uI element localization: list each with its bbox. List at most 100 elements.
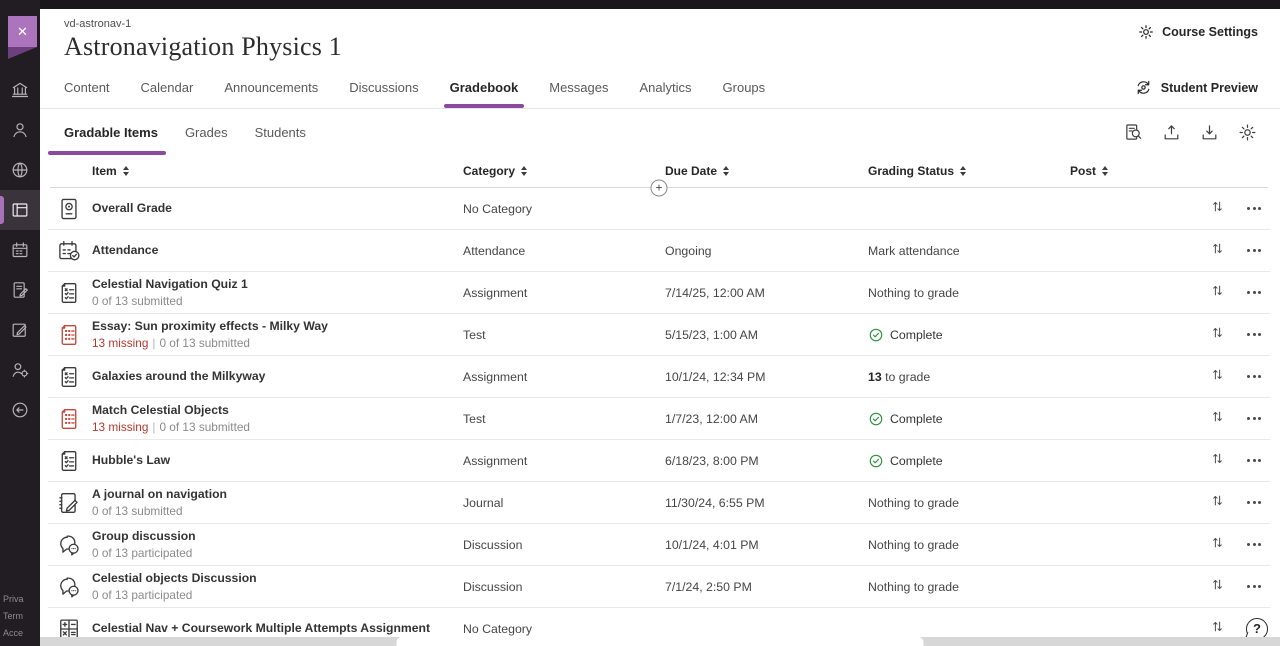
footer-link[interactable]: Priva — [3, 591, 40, 608]
sidebar-item-sign-out[interactable] — [0, 390, 40, 430]
tab-content[interactable]: Content — [64, 67, 110, 108]
upload-icon[interactable] — [1161, 122, 1182, 143]
column-label: Item — [92, 164, 117, 178]
column-header-category[interactable]: Category — [463, 164, 665, 178]
sort-icon — [521, 166, 527, 176]
status-text: Nothing to grade — [868, 286, 959, 300]
sidebar-item-courses[interactable] — [0, 190, 40, 230]
column-header-post[interactable]: Post — [1070, 164, 1210, 178]
reorder-handle[interactable] — [1210, 325, 1225, 345]
row-menu-button[interactable] — [1246, 580, 1263, 594]
row-menu-button[interactable] — [1246, 202, 1263, 216]
submission-count: 0 of 13 submitted — [159, 420, 250, 434]
tab-announcements[interactable]: Announcements — [224, 67, 318, 108]
tab-gradebook[interactable]: Gradebook — [450, 67, 519, 108]
gradable-items-table: Item CategoryDue DateGrading StatusPost +… — [40, 155, 1280, 646]
discussion-icon — [56, 532, 82, 558]
item-title-cell[interactable]: Essay: Sun proximity effects - Milky Way… — [92, 319, 463, 350]
row-menu-button[interactable] — [1246, 496, 1263, 510]
row-menu-button[interactable] — [1246, 454, 1263, 468]
assignment-icon — [56, 448, 82, 474]
row-menu-button[interactable] — [1246, 538, 1263, 552]
student-preview-button[interactable]: Student Preview — [1134, 67, 1258, 108]
submission-count: 0 of 13 participated — [92, 588, 192, 602]
item-title-cell[interactable]: Galaxies around the Milkyway — [92, 369, 463, 384]
item-category: Assignment — [463, 370, 665, 384]
missing-count: 13 missing — [92, 420, 148, 434]
sidebar-item-calendar[interactable] — [0, 230, 40, 270]
tab-analytics[interactable]: Analytics — [640, 67, 692, 108]
reorder-handle[interactable] — [1210, 199, 1225, 219]
sidebar-item-edit-square[interactable] — [0, 310, 40, 350]
reorder-handle[interactable] — [1210, 451, 1225, 471]
row-menu-button[interactable] — [1246, 370, 1263, 384]
item-title: Celestial Navigation Quiz 1 — [92, 277, 463, 292]
row-controls — [1210, 409, 1277, 429]
item-title-cell[interactable]: Group discussion0 of 13 participated — [92, 529, 463, 560]
tab-groups[interactable]: Groups — [723, 67, 766, 108]
reorder-handle[interactable] — [1210, 367, 1225, 387]
download-icon[interactable] — [1199, 122, 1220, 143]
sort-icon — [960, 166, 966, 176]
tab-calendar[interactable]: Calendar — [141, 67, 194, 108]
row-controls — [1210, 577, 1277, 597]
sidebar-item-compose-doc[interactable] — [0, 270, 40, 310]
close-panel-button[interactable]: ✕ — [8, 16, 37, 59]
reorder-handle[interactable] — [1210, 493, 1225, 513]
gradebook-search-icon[interactable] — [1123, 122, 1144, 143]
item-type-icon-cell — [48, 196, 92, 222]
item-due-date: 7/1/24, 2:50 PM — [665, 580, 868, 594]
item-title-cell[interactable]: Match Celestial Objects13 missing|0 of 1… — [92, 403, 463, 434]
app-window: ✕ PrivaTermAcce vd-astronav-1 Astronavig… — [0, 0, 1280, 646]
sidebar-item-globe[interactable] — [0, 150, 40, 190]
item-title: Celestial Nav + Coursework Multiple Atte… — [92, 621, 463, 636]
status-complete: Complete — [868, 453, 1070, 469]
item-title-cell[interactable]: Overall Grade — [92, 201, 463, 216]
tab-messages[interactable]: Messages — [549, 67, 608, 108]
sidebar-item-profile[interactable] — [0, 110, 40, 150]
check-circle-icon — [868, 327, 884, 343]
item-grading-status: 13 to grade — [868, 370, 1070, 384]
horizontal-scrollbar[interactable] — [397, 637, 924, 646]
reorder-handle[interactable] — [1210, 409, 1225, 429]
column-header-due-date[interactable]: Due Date — [665, 164, 868, 178]
reorder-handle[interactable] — [1210, 619, 1225, 639]
gear-icon[interactable] — [1237, 122, 1258, 143]
subtab-gradable-items[interactable]: Gradable Items — [64, 109, 158, 155]
item-title-cell[interactable]: Celestial Nav + Coursework Multiple Atte… — [92, 621, 463, 636]
subtab-students[interactable]: Students — [255, 109, 306, 155]
status-text: Mark attendance — [868, 244, 960, 258]
status-text: Nothing to grade — [868, 538, 959, 552]
row-menu-button[interactable] — [1246, 244, 1263, 258]
reorder-handle[interactable] — [1210, 241, 1225, 261]
course-settings-button[interactable]: Course Settings — [1137, 23, 1258, 41]
table-row: Group discussion0 of 13 participatedDisc… — [48, 524, 1270, 566]
reorder-handle[interactable] — [1210, 283, 1225, 303]
item-title-cell[interactable]: Hubble's Law — [92, 453, 463, 468]
item-type-icon-cell — [48, 280, 92, 306]
sort-icon — [123, 166, 129, 176]
footer-link[interactable]: Acce — [3, 625, 40, 642]
add-item-button[interactable]: + — [651, 179, 668, 196]
tab-discussions[interactable]: Discussions — [349, 67, 418, 108]
row-menu-button[interactable] — [1246, 286, 1263, 300]
row-menu-button[interactable] — [1246, 328, 1263, 342]
item-title-cell[interactable]: A journal on navigation0 of 13 submitted — [92, 487, 463, 518]
row-menu-button[interactable] — [1246, 412, 1263, 426]
sidebar-item-user-gear[interactable] — [0, 350, 40, 390]
reorder-handle[interactable] — [1210, 577, 1225, 597]
footer-link[interactable]: Term — [3, 608, 40, 625]
edit-square-icon — [10, 320, 30, 340]
item-title-cell[interactable]: Attendance — [92, 243, 463, 258]
reorder-handle[interactable] — [1210, 535, 1225, 555]
item-due-date: Ongoing — [665, 244, 868, 258]
item-title-cell[interactable]: Celestial Navigation Quiz 10 of 13 submi… — [92, 277, 463, 308]
column-header-grading-status[interactable]: Grading Status — [868, 164, 1070, 178]
column-header-item[interactable]: Item — [92, 164, 463, 178]
status-text: Nothing to grade — [868, 496, 959, 510]
item-title-cell[interactable]: Celestial objects Discussion0 of 13 part… — [92, 571, 463, 602]
sidebar-item-institution[interactable] — [0, 70, 40, 110]
header-divider: + — [50, 187, 1268, 188]
gear-icon — [1137, 23, 1155, 41]
subtab-grades[interactable]: Grades — [185, 109, 228, 155]
